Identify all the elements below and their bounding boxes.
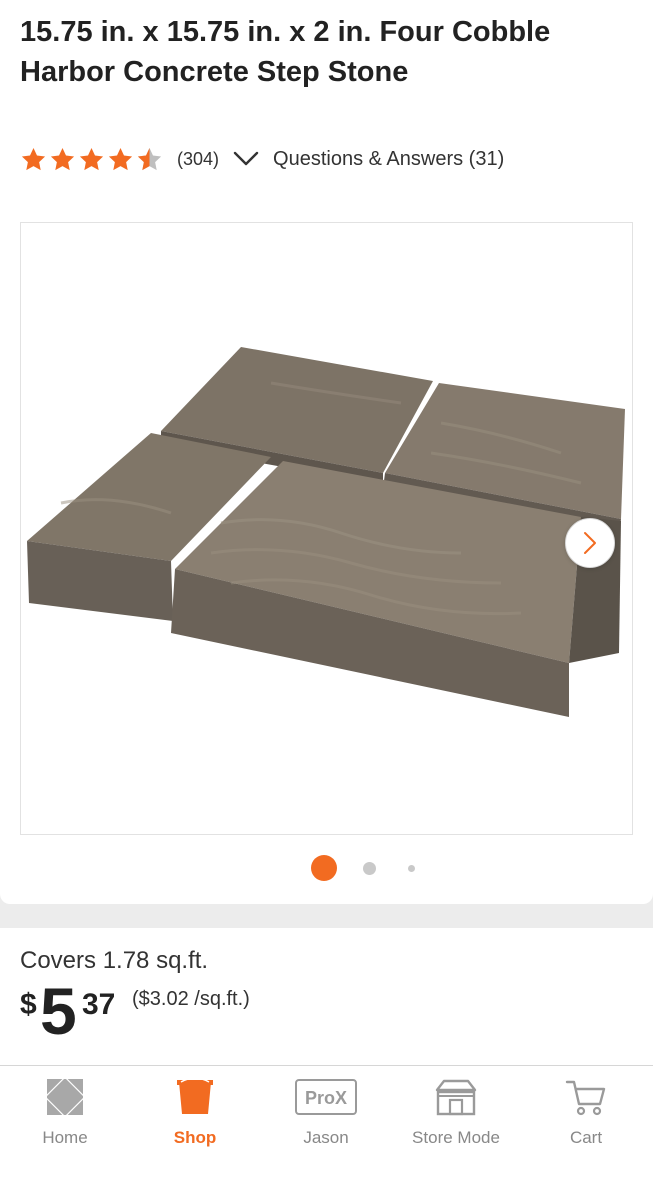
price-per-unit: ($3.02 /sq.ft.) [132,988,250,1010]
tab-label: Cart [569,1128,603,1147]
tab-label: Jason [303,1128,349,1147]
prox-icon: ProX [295,1079,357,1115]
price-card: Covers 1.78 sq.ft. $ 5 37 ($3.02 /sq.ft.… [0,928,653,1066]
pagination-dot-active[interactable] [311,855,337,881]
cart-icon [565,1080,606,1116]
star-rating[interactable] [20,146,163,173]
star-icon [21,147,46,170]
tab-label: Shop [173,1128,217,1147]
tab-cart[interactable]: Cart [521,1076,651,1156]
tab-jason[interactable]: ProX Jason [261,1076,391,1156]
product-image-carousel[interactable] [20,222,633,835]
tab-label: Store Mode [412,1128,500,1147]
product-header-card: 15.75 in. x 15.75 in. x 2 in. Four Cobbl… [0,0,653,904]
star-icon [108,147,133,170]
star-icon [50,147,75,170]
store-icon [435,1079,477,1116]
tab-store-mode[interactable]: Store Mode [391,1076,521,1156]
pagination-dot[interactable] [408,865,415,872]
tab-home[interactable]: Home [0,1076,130,1156]
next-image-button[interactable] [565,518,615,568]
product-title: 15.75 in. x 15.75 in. x 2 in. Four Cobbl… [20,16,551,88]
star-icon [79,147,104,170]
tab-label: Home [42,1128,88,1147]
price-currency: $ [20,988,37,1021]
svg-text:ProX: ProX [305,1088,347,1108]
chevron-right-icon [584,532,596,554]
coverage-text: Covers 1.78 sq.ft. [20,947,209,974]
price-whole: 5 [40,974,77,1048]
price-cents: 37 [82,988,116,1021]
questions-answers-link[interactable]: Questions & Answers (31) [273,148,504,171]
half-star-icon [137,147,162,170]
home-depot-logo-icon [46,1078,84,1116]
product-image [27,347,625,717]
tab-shop[interactable]: Shop [130,1076,260,1156]
rating-row[interactable]: (304) Questions & Answers (31) [20,144,504,174]
carousel-pagination [0,855,653,881]
bottom-tab-bar: Home Shop ProX Jason Store Mode Cart [0,1065,653,1200]
bucket-icon [177,1078,213,1114]
pagination-dot[interactable] [363,862,376,875]
chevron-down-icon[interactable] [233,151,259,167]
review-count[interactable]: (304) [177,149,219,170]
